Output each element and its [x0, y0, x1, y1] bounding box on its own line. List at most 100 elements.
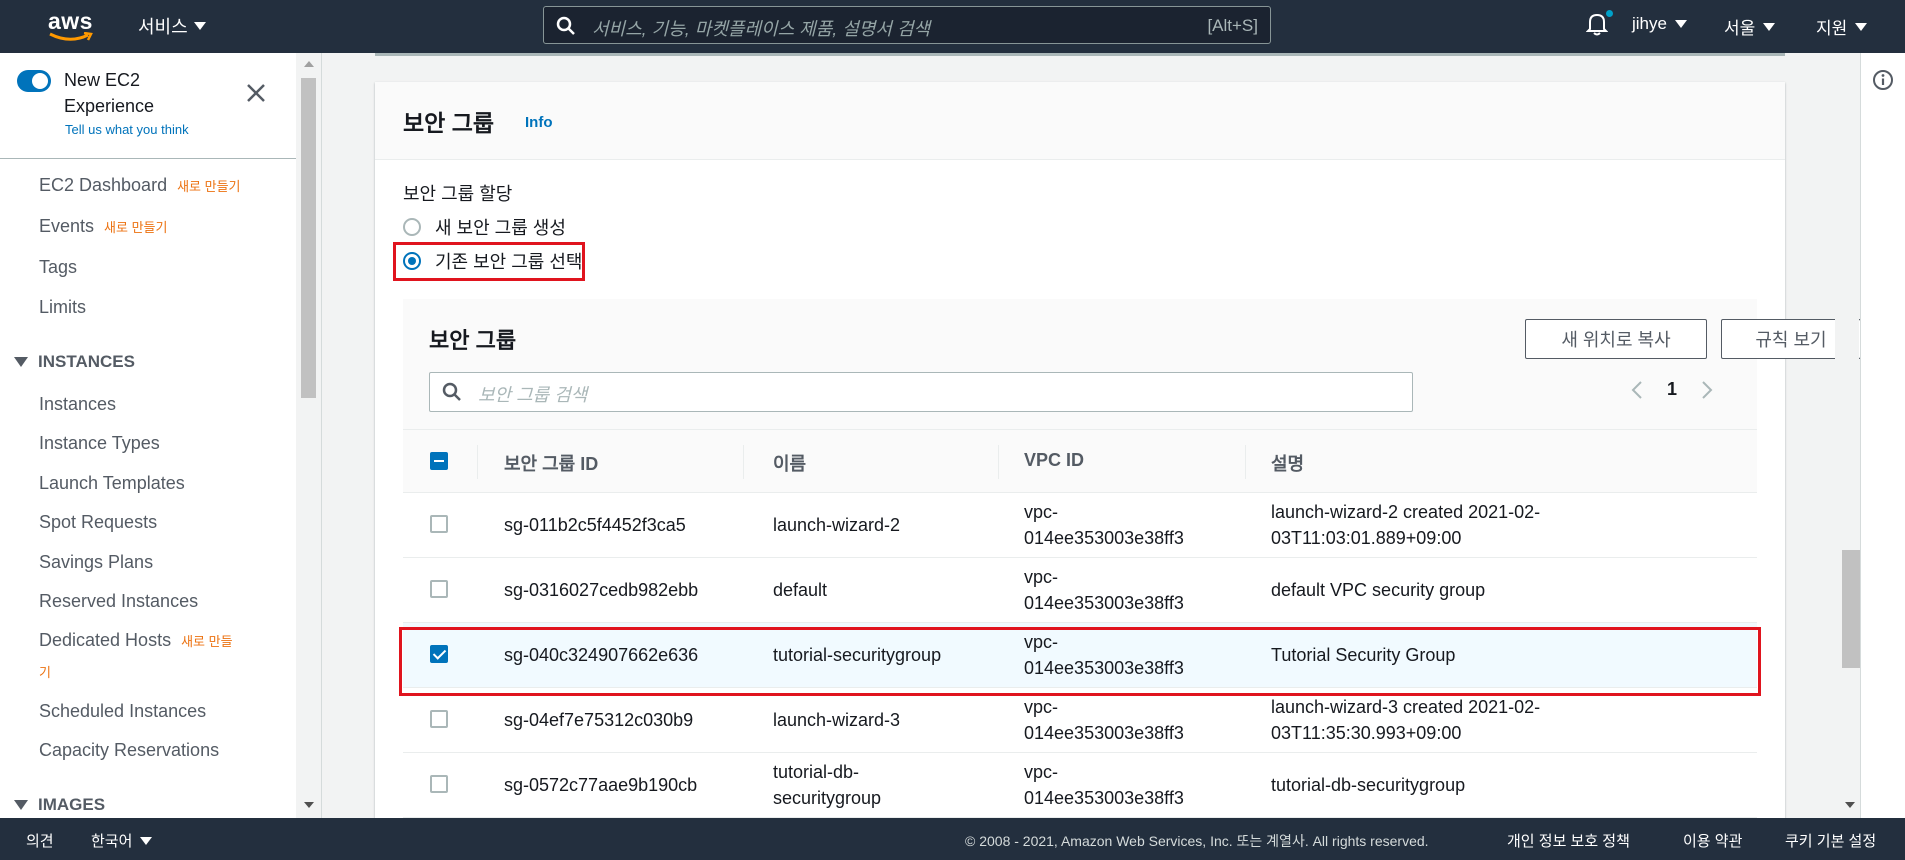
cell-description: default VPC security group	[1271, 580, 1486, 600]
cell-vpc-line1: vpc-	[1024, 567, 1059, 587]
sidebar-item-events[interactable]: Events 새로 만들기	[39, 216, 167, 237]
table-row[interactable]: sg-011b2c5f4452f3ca5 launch-wizard-2 vpc…	[403, 493, 1757, 558]
sidebar-item-reserved-instances[interactable]: Reserved Instances	[39, 591, 198, 612]
column-divider	[1245, 445, 1246, 479]
sidebar-item-spot-requests[interactable]: Spot Requests	[39, 512, 157, 533]
terms-link[interactable]: 이용 약관	[1683, 830, 1742, 851]
cell-desc-line2: 03T11:35:30.993+09:00	[1271, 723, 1462, 743]
table-row[interactable]: sg-0572c77aae9b190cb tutorial-db- securi…	[403, 753, 1757, 818]
sidebar-item-capacity-reservations[interactable]: Capacity Reservations	[39, 740, 219, 761]
cell-sg-id: sg-04ef7e75312c030b9	[504, 710, 694, 730]
sidebar-item-dedicated-hosts[interactable]: Dedicated Hosts 새로 만들	[39, 630, 233, 651]
highlight-box-selected-row	[399, 627, 1761, 696]
row-checkbox[interactable]	[430, 775, 448, 793]
security-group-search-input[interactable]: 보안 그룹 검색	[429, 372, 1413, 412]
cell-vpc-line2: 014ee353003e38ff3	[1024, 788, 1184, 808]
sidebar-item-launch-templates[interactable]: Launch Templates	[39, 473, 185, 494]
search-icon	[556, 16, 575, 35]
services-menu[interactable]: 서비스	[138, 13, 206, 39]
sidebar-item-limits[interactable]: Limits	[39, 297, 86, 318]
column-divider	[998, 445, 999, 479]
column-header-description[interactable]: 설명	[1271, 450, 1304, 476]
row-checkbox[interactable]	[430, 580, 448, 598]
scroll-up-icon[interactable]	[304, 61, 314, 67]
table-row[interactable]: sg-0316027cedb982ebb default vpc- 014ee3…	[403, 558, 1757, 623]
select-all-checkbox[interactable]	[430, 452, 448, 470]
privacy-link[interactable]: 개인 정보 보호 정책	[1507, 830, 1630, 851]
copyright-text: © 2008 - 2021, Amazon Web Services, Inc.…	[965, 833, 1429, 849]
page-number[interactable]: 1	[1667, 379, 1677, 400]
new-badge: 새로 만들기	[177, 179, 241, 194]
new-experience-toggle[interactable]	[17, 70, 51, 92]
table-title: 보안 그룹	[429, 328, 517, 353]
support-menu[interactable]: 지원	[1816, 14, 1868, 39]
table-header: 보안 그룹 ID 이름 VPC ID 설명	[403, 429, 1757, 493]
bell-icon[interactable]	[1586, 12, 1608, 36]
cell-vpc-line1: vpc-	[1024, 697, 1059, 717]
radio-create-new[interactable]: 새 보안 그룹 생성	[403, 214, 566, 240]
help-panel-rail	[1860, 53, 1905, 818]
table-row[interactable]: sg-04ef7e75312c030b9 launch-wizard-3 vpc…	[403, 688, 1757, 753]
scroll-down-icon[interactable]	[1845, 802, 1855, 808]
main-scrollbar[interactable]	[1835, 53, 1860, 818]
sidebar-divider	[0, 158, 296, 159]
cell-desc-line1: launch-wizard-3 created 2021-02-	[1271, 697, 1541, 717]
aws-smile-icon	[49, 32, 93, 41]
cell-description: tutorial-db-securitygroup	[1271, 775, 1466, 795]
search-placeholder: 보안 그룹 검색	[478, 385, 588, 405]
cell-sg-id: sg-0316027cedb982ebb	[504, 580, 699, 600]
security-group-panel: 보안 그룹 Info 보안 그룹 할당 새 보안 그룹 생성 기존 보안 그룹 …	[375, 82, 1861, 822]
cell-sg-id: sg-011b2c5f4452f3ca5	[504, 515, 686, 535]
top-navigation: aws 서비스 서비스, 기능, 마켓플레이스 제품, 설명서 검색 [Alt+…	[0, 0, 1905, 53]
new-badge: 새로 만들	[181, 634, 233, 649]
feedback-link[interactable]: 의견	[26, 830, 54, 851]
row-checkbox[interactable]	[430, 515, 448, 533]
language-selector[interactable]: 한국어	[91, 830, 153, 851]
expand-icon	[14, 357, 28, 367]
copy-to-new-button[interactable]: 새 위치로 복사	[1525, 319, 1707, 359]
column-header-vpc-id[interactable]: VPC ID	[1024, 450, 1084, 471]
sidebar-item-ec2-dashboard[interactable]: EC2 Dashboard 새로 만들기	[39, 175, 241, 196]
search-shortcut: [Alt+S]	[1207, 16, 1258, 35]
column-header-sg-id[interactable]: 보안 그룹 ID	[504, 450, 598, 476]
sidebar-item-instance-types[interactable]: Instance Types	[39, 433, 160, 454]
region-menu[interactable]: 서울	[1724, 14, 1776, 39]
sidebar-section-images[interactable]: IMAGES	[14, 795, 105, 815]
caret-down-icon	[193, 22, 206, 30]
sidebar-item-savings-plans[interactable]: Savings Plans	[39, 552, 153, 573]
cell-name: launch-wizard-3	[773, 710, 901, 730]
sidebar-section-instances[interactable]: INSTANCES	[14, 352, 135, 372]
chevron-left-icon[interactable]	[1631, 380, 1643, 400]
cell-vpc-line2: 014ee353003e38ff3	[1024, 723, 1184, 743]
info-link[interactable]: Info	[525, 114, 553, 131]
sidebar-item-scheduled-instances[interactable]: Scheduled Instances	[39, 701, 206, 722]
sidebar-item-tags[interactable]: Tags	[39, 257, 77, 278]
main-scroll-thumb[interactable]	[1842, 550, 1860, 668]
cell-desc-line1: launch-wizard-2 created 2021-02-	[1271, 502, 1541, 522]
close-icon[interactable]	[244, 81, 268, 105]
panel-header: 보안 그룹 Info	[375, 82, 1785, 160]
cookie-settings-link[interactable]: 쿠키 기본 설정	[1785, 830, 1876, 851]
radio-button[interactable]	[403, 218, 421, 236]
column-header-name[interactable]: 이름	[773, 450, 806, 476]
security-group-table-container: 보안 그룹 새 위치로 복사 규칙 보기 보안 그룹 검색 1 보안 그룹 ID…	[403, 299, 1861, 819]
aws-logo[interactable]: aws	[48, 8, 94, 42]
previous-card-edge	[375, 53, 1785, 56]
scroll-down-icon[interactable]	[304, 802, 314, 808]
sidebar-item-instances[interactable]: Instances	[39, 394, 116, 415]
caret-down-icon	[140, 836, 153, 845]
feedback-link[interactable]: Tell us what you think	[65, 122, 189, 137]
row-checkbox[interactable]	[430, 710, 448, 728]
global-search-input[interactable]: 서비스, 기능, 마켓플레이스 제품, 설명서 검색 [Alt+S]	[543, 6, 1271, 44]
search-placeholder: 서비스, 기능, 마켓플레이스 제품, 설명서 검색	[592, 19, 931, 39]
sidebar-scrollbar[interactable]	[298, 53, 322, 818]
assign-label: 보안 그룹 할당	[403, 184, 513, 204]
chevron-right-icon[interactable]	[1701, 380, 1713, 400]
info-icon[interactable]	[1872, 69, 1894, 91]
cell-vpc-line1: vpc-	[1024, 502, 1059, 522]
cell-vpc-line2: 014ee353003e38ff3	[1024, 593, 1184, 613]
user-menu[interactable]: jihye	[1632, 14, 1687, 34]
cell-vpc-line2: 014ee353003e38ff3	[1024, 528, 1184, 548]
sidebar-scroll-thumb[interactable]	[301, 78, 316, 398]
search-icon	[442, 382, 461, 401]
